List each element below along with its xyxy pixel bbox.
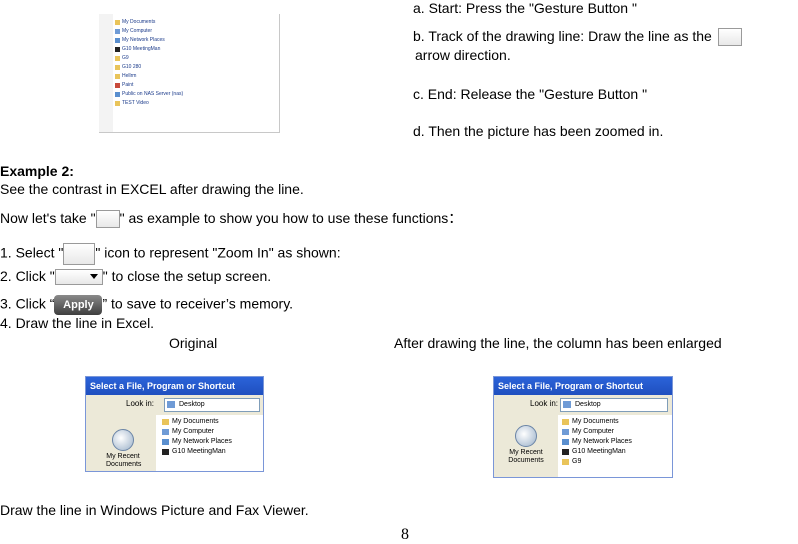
dropdown-close-button [54,269,103,286]
zoom-in-icon [63,243,96,265]
look-in-value: Desktop [575,401,601,408]
paint-icon [115,82,120,88]
step-2-pre: 2. Click " [0,268,55,284]
desktop-icon [167,401,175,408]
look-in-bar: Look in: Desktop [494,395,672,415]
app-icon [562,449,569,455]
dialog-title: Select a File, Program or Shortcut [86,377,263,395]
file-item: My Documents [162,417,232,427]
recent-documents: My Recent Documents [508,425,544,465]
dialog-after: Select a File, Program or Shortcut Look … [493,376,673,478]
instruction-step-4: 4. Draw the line in Excel. [0,315,155,331]
file-item: My Documents [562,417,632,427]
line-2-post: " as example to show you how to use thes… [119,210,463,226]
app-icon [162,449,169,455]
folder-icon [115,64,120,70]
line-2-pre: Now let's take " [0,210,96,226]
network-icon [115,37,120,43]
folder-icon [162,419,169,425]
folder-icon [115,55,120,61]
file-item: G10 MeetingMan [162,447,232,457]
explorer-item: My Documents [115,18,155,26]
folder-icon [562,459,569,465]
dialog-original: Select a File, Program or Shortcut Look … [85,376,264,472]
step-b-continued: arrow direction. [415,47,511,63]
folder-icon [562,419,569,425]
apply-button: Apply [54,295,103,315]
file-item: G10 MeetingMan [562,447,632,457]
step-c-text: c. End: Release the "Gesture Button " [413,86,648,102]
look-in-bar: Look in: Desktop [86,395,263,415]
network-drive-icon [115,91,120,97]
file-item: My Computer [562,427,632,437]
step-a-text: a. Start: Press the "Gesture Button " [413,0,637,16]
footer-instruction: Draw the line in Windows Picture and Fax… [0,502,309,518]
step-d-text: d. Then the picture has been zoomed in. [413,123,664,139]
file-item: My Network Places [162,437,232,447]
recent-documents-icon [112,429,134,451]
file-item: G9 [562,457,632,467]
recent-documents-label: My Recent Documents [106,453,142,468]
file-item: My Computer [162,427,232,437]
instruction-step-2: 2. Click " " to close the setup screen. [0,268,272,286]
network-icon [162,439,169,445]
chevron-down-icon [89,274,98,280]
explorer-item: G10 280 [115,63,141,71]
file-list: My Documents My Computer My Network Plac… [562,417,632,467]
explorer-item: Hellrm [115,72,136,80]
folder-icon [115,19,120,25]
explorer-item: My Computer [115,27,152,35]
example-line-1: See the contrast in EXCEL after drawing … [0,181,304,197]
example-line-2: Now let's take " " as example to show you… [0,210,463,229]
look-in-label: Look in: [530,399,559,408]
recent-documents: My Recent Documents [106,429,142,469]
places-pane: My Recent Documents [86,415,156,471]
step-1-post: " icon to represent "Zoom In" as shown: [95,244,341,261]
explorer-item: Paint [115,81,133,89]
look-in-label: Look in: [126,399,155,408]
explorer-screenshot: My Documents My Computer My Network Plac… [99,14,280,133]
page-number: 8 [401,526,409,543]
file-list: My Documents My Computer My Network Plac… [162,417,232,457]
look-in-combo: Desktop [560,398,668,412]
explorer-item: TEST Video [115,99,149,107]
look-in-combo: Desktop [164,398,260,412]
explorer-item: G9 [115,54,129,62]
step-3-pre: 3. Click “ [0,295,55,312]
explorer-item: G10 MeetingMan [115,45,160,53]
computer-icon [115,28,120,34]
desktop-icon [563,401,571,408]
step-2-post: " to close the setup screen. [102,268,272,284]
dialog-title: Select a File, Program or Shortcut [494,377,672,395]
explorer-item: Public on NAS Server (nas) [115,90,183,98]
step-b-text: b. Track of the drawing line: Draw the l… [413,28,742,47]
caption-after: After drawing the line, the column has b… [394,335,722,351]
network-icon [562,439,569,445]
computer-icon [162,429,169,435]
computer-icon [562,429,569,435]
instruction-step-3: 3. Click “Apply” to save to receiver’s m… [0,295,293,315]
folder-icon [115,73,120,79]
recent-documents-icon [515,425,537,447]
caption-original: Original [169,335,218,351]
folder-icon [115,100,120,106]
step-b-label: b. Track of the drawing line: Draw the l… [413,28,712,44]
arrow-gesture-icon [717,28,742,47]
instruction-step-1: 1. Select " " icon to represent "Zoom In"… [0,243,341,265]
app-icon [115,46,120,52]
look-in-value: Desktop [179,401,205,408]
explorer-item: My Network Places [115,36,165,44]
places-pane: My Recent Documents [494,415,558,477]
zoom-function-icon [95,210,120,229]
example-heading: Example 2: [0,163,74,179]
recent-documents-label: My Recent Documents [508,449,544,464]
step-3-post: ” to save to receiver’s memory. [102,295,294,312]
file-item: My Network Places [562,437,632,447]
explorer-sidebar [99,14,113,132]
step-1-pre: 1. Select " [0,244,64,261]
